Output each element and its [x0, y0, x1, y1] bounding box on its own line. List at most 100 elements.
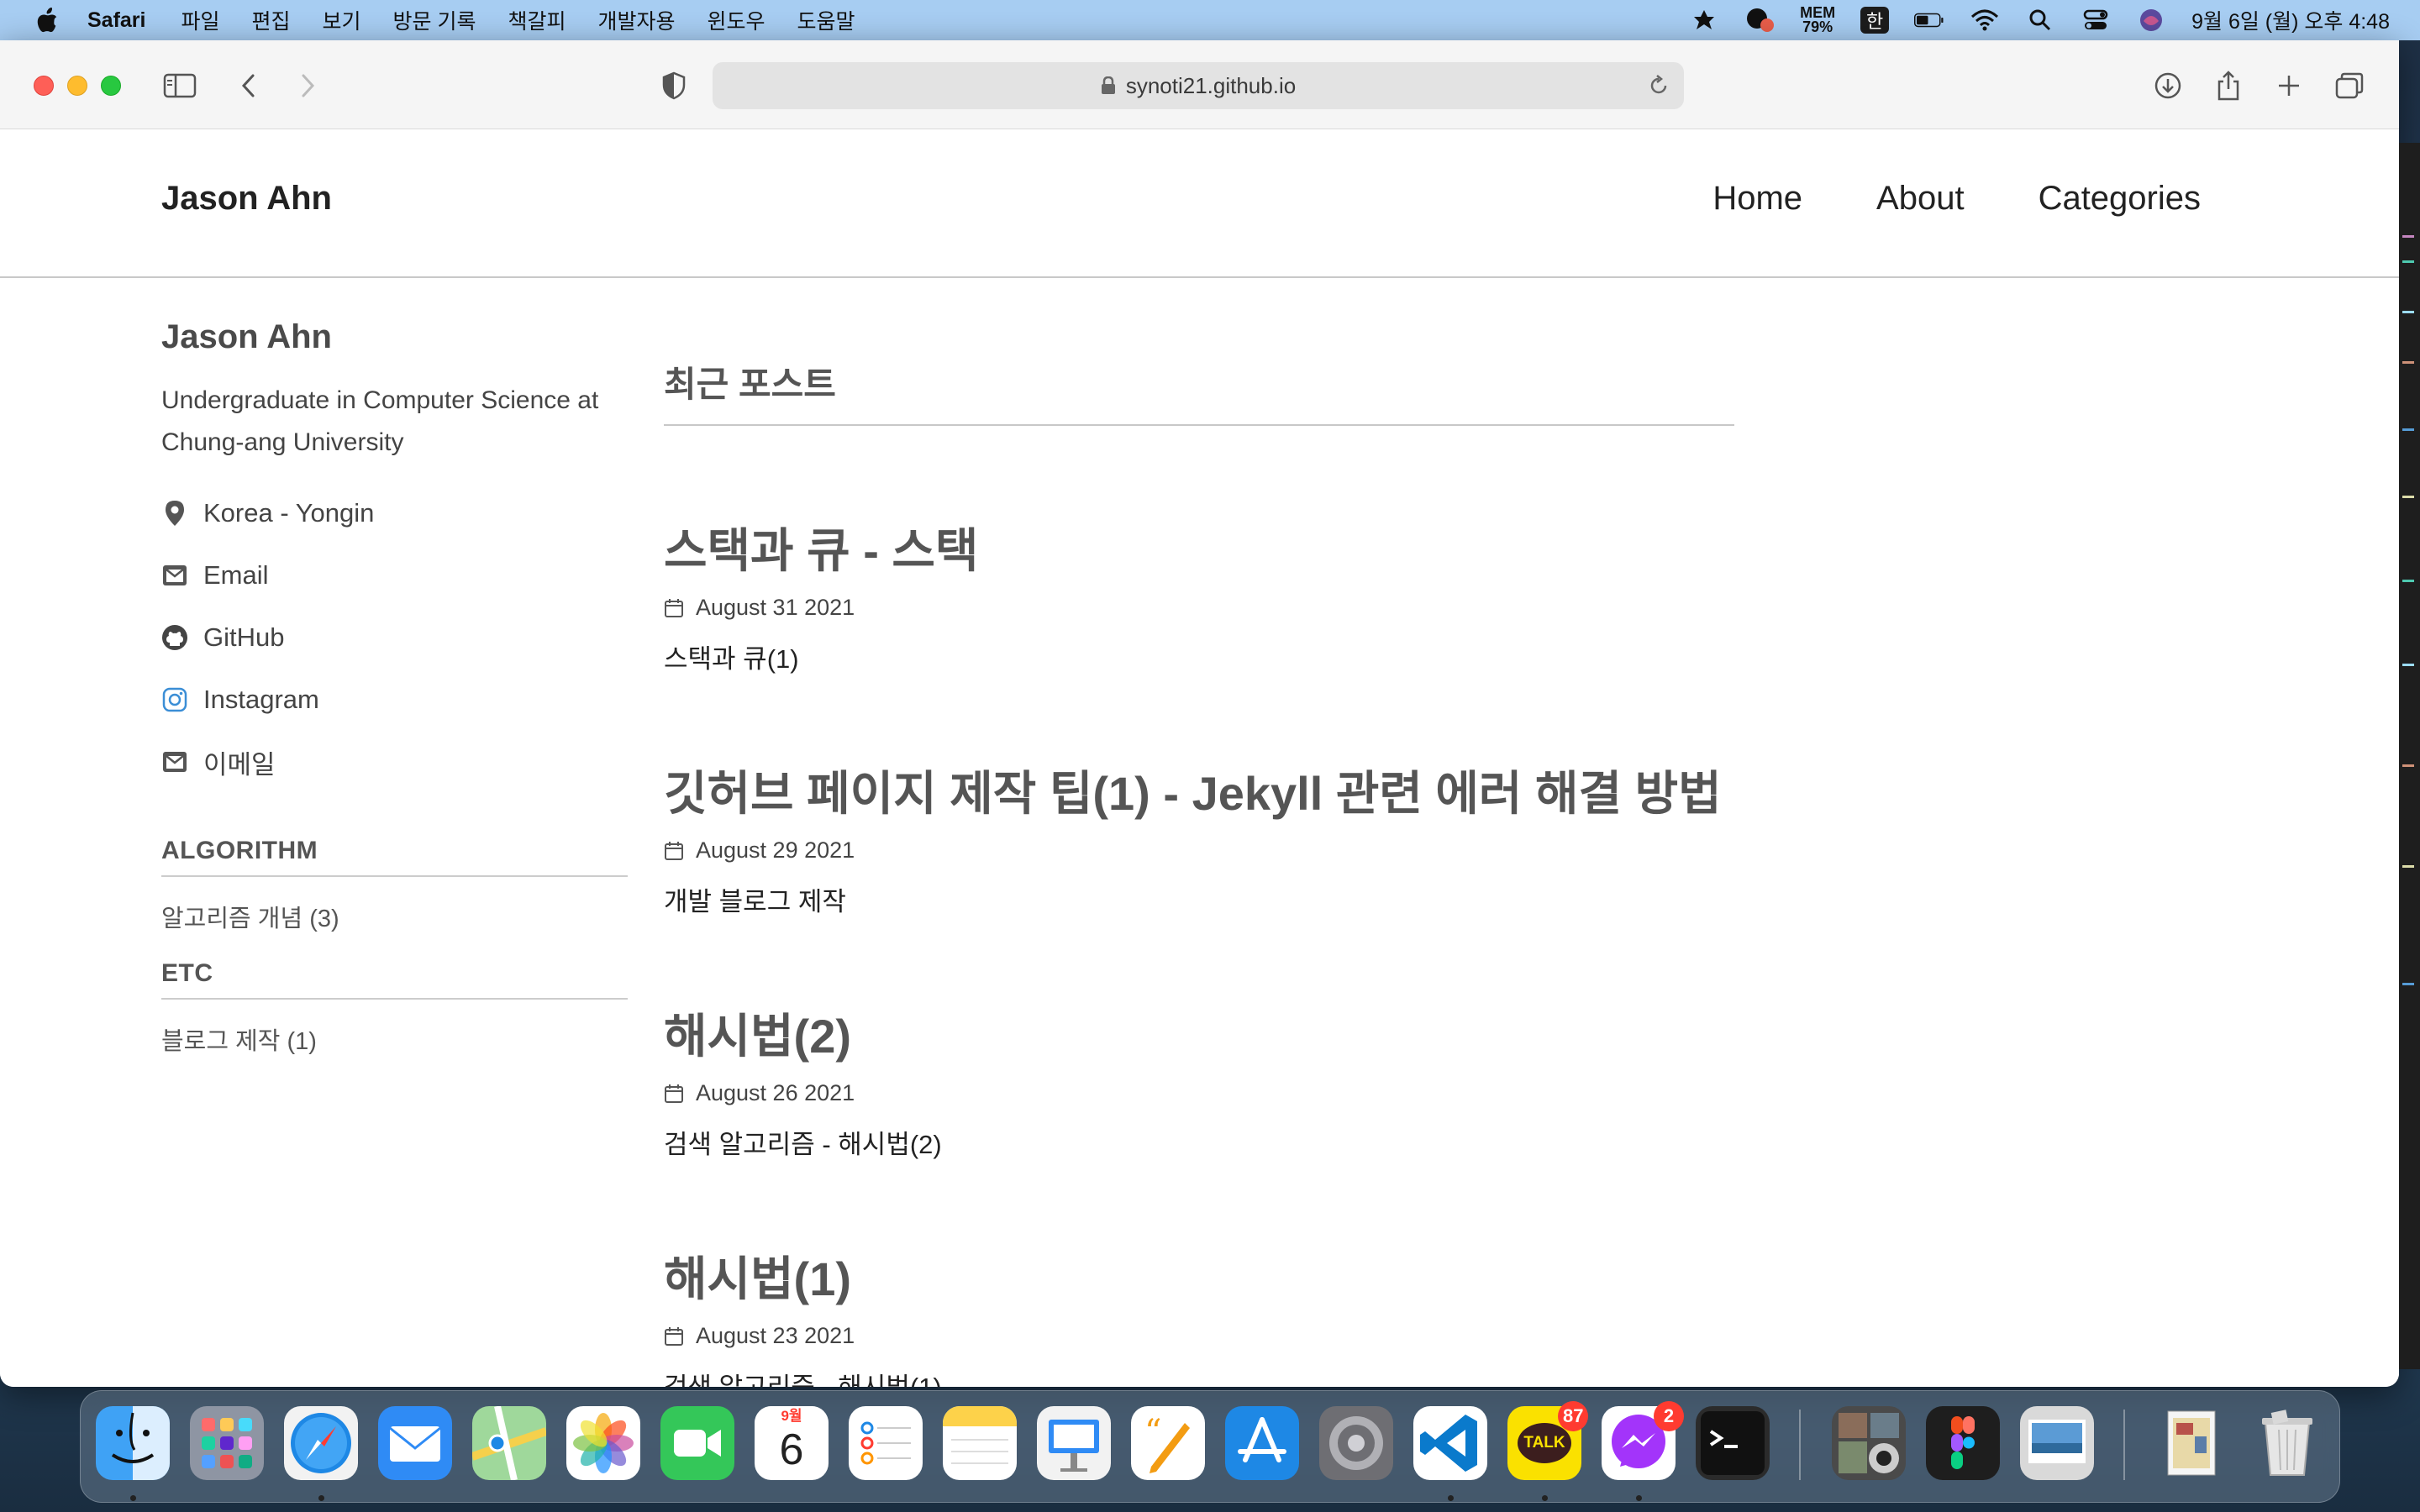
downloads-stack-icon[interactable]	[2156, 1406, 2230, 1480]
keynote-icon[interactable]	[1037, 1406, 1111, 1480]
forward-arrow-icon[interactable]	[291, 71, 324, 101]
menu-window[interactable]: 윈도우	[708, 5, 765, 35]
post-item: 해시법(1) August 23 2021 검색 알고리즘 - 해시법(1)	[664, 1242, 1734, 1387]
close-window-button[interactable]	[34, 76, 54, 96]
lock-icon	[1101, 76, 1115, 94]
notes-icon[interactable]	[943, 1406, 1017, 1480]
preview-icon[interactable]	[2020, 1406, 2094, 1480]
author-email-kr-link[interactable]: 이메일	[161, 731, 628, 793]
memory-status[interactable]: MEM 79%	[1800, 5, 1835, 34]
category-title-etc: ETC	[161, 959, 628, 1000]
running-indicator	[318, 1495, 324, 1501]
safari-icon[interactable]	[284, 1406, 358, 1480]
dock-separator	[1799, 1410, 1801, 1480]
address-bar[interactable]: synoti21.github.io	[713, 62, 1684, 109]
running-indicator	[130, 1495, 136, 1501]
post-title-link[interactable]: 깃허브 페이지 제작 팁(1) - Jekyll 관련 에러 해결 방법	[664, 756, 1734, 824]
system-preferences-icon[interactable]	[1319, 1406, 1393, 1480]
menu-edit[interactable]: 편집	[252, 5, 291, 35]
downloads-icon[interactable]	[2151, 71, 2185, 101]
site-header: Jason Ahn Home About Categories	[0, 129, 2399, 278]
menu-file[interactable]: 파일	[181, 5, 219, 35]
running-indicator	[1542, 1495, 1548, 1501]
menu-bookmarks[interactable]: 책갈피	[508, 5, 566, 35]
post-title-link[interactable]: 해시법(2)	[664, 999, 1734, 1067]
svg-text:“: “	[1144, 1413, 1161, 1452]
running-indicator	[1448, 1495, 1454, 1501]
nav-about[interactable]: About	[1876, 180, 1965, 218]
back-arrow-icon[interactable]	[232, 71, 266, 101]
calendar-month: 9월	[755, 1406, 829, 1425]
nav-home[interactable]: Home	[1712, 180, 1802, 218]
calendar-icon	[665, 598, 683, 617]
chat-status-icon[interactable]	[1744, 7, 1775, 34]
trash-icon[interactable]	[2250, 1406, 2324, 1480]
post-title-link[interactable]: 스택과 큐 - 스택	[664, 513, 1734, 581]
category-item-algorithm-concepts[interactable]: 알고리즘 개념 (3)	[161, 899, 628, 934]
launchpad-icon[interactable]	[190, 1406, 264, 1480]
post-date: August 26 2021	[664, 1080, 1734, 1106]
minimize-window-button[interactable]	[67, 76, 87, 96]
reminders-icon[interactable]	[849, 1406, 923, 1480]
new-tab-plus-icon[interactable]	[2272, 71, 2306, 101]
extension-status-icon[interactable]	[1689, 7, 1719, 34]
maps-icon[interactable]	[472, 1406, 546, 1480]
safari-window: synoti21.github.io Jason Ahn Home About …	[0, 40, 2399, 1387]
terminal-icon[interactable]	[1696, 1406, 1770, 1480]
messenger-badge: 2	[1654, 1401, 1684, 1431]
author-location-label: Korea - Yongin	[203, 498, 375, 528]
post-date-text: August 23 2021	[696, 1323, 855, 1348]
siri-icon[interactable]	[2136, 7, 2166, 34]
background-editor-window[interactable]	[2399, 143, 2420, 1369]
menu-history[interactable]: 방문 기록	[393, 5, 476, 35]
dock-separator	[2123, 1410, 2125, 1480]
author-links: Korea - Yongin Email GitHub Instagram 이메…	[161, 482, 628, 793]
post-item: 해시법(2) August 26 2021 검색 알고리즘 - 해시법(2)	[664, 999, 1734, 1161]
vscode-icon[interactable]	[1413, 1406, 1487, 1480]
sidebar-toggle-icon[interactable]	[163, 71, 197, 101]
menu-bar: Safari 파일 편집 보기 방문 기록 책갈피 개발자용 윈도우 도움말 M…	[0, 0, 2420, 40]
menu-app-name[interactable]: Safari	[87, 8, 145, 33]
privacy-shield-icon[interactable]	[657, 71, 691, 101]
post-date-text: August 29 2021	[696, 837, 855, 863]
tab-overview-icon[interactable]	[2333, 71, 2366, 101]
app-store-icon[interactable]	[1225, 1406, 1299, 1480]
calendar-icon[interactable]: 9월 6	[755, 1406, 829, 1480]
category-item-blog-making[interactable]: 블로그 제작 (1)	[161, 1021, 628, 1057]
author-email-link[interactable]: Email	[161, 544, 628, 606]
nav-categories[interactable]: Categories	[2039, 180, 2201, 218]
apple-menu-icon[interactable]	[35, 8, 59, 33]
wifi-icon[interactable]	[1970, 7, 2000, 34]
photos-icon[interactable]	[566, 1406, 640, 1480]
author-sidebar: Jason Ahn Undergraduate in Computer Scie…	[161, 318, 628, 1057]
author-github-link[interactable]: GitHub	[161, 606, 628, 669]
calendar-icon	[665, 841, 683, 860]
reload-icon[interactable]	[1647, 74, 1670, 97]
pages-icon[interactable]: “	[1131, 1406, 1205, 1480]
author-bio: Undergraduate in Computer Science at Chu…	[161, 386, 599, 456]
site-title-link[interactable]: Jason Ahn	[161, 180, 332, 218]
author-email-label: Email	[203, 560, 269, 590]
author-instagram-link[interactable]: Instagram	[161, 669, 628, 731]
facetime-icon[interactable]	[660, 1406, 734, 1480]
post-item: 스택과 큐 - 스택 August 31 2021 스택과 큐(1)	[664, 513, 1734, 675]
spotlight-search-icon[interactable]	[2025, 7, 2055, 34]
share-icon[interactable]	[2212, 71, 2245, 101]
post-title-link[interactable]: 해시법(1)	[664, 1242, 1734, 1310]
github-icon	[161, 624, 188, 651]
menu-help[interactable]: 도움말	[797, 5, 855, 35]
instagram-icon	[161, 686, 188, 713]
kakaotalk-badge: 87	[1558, 1401, 1589, 1431]
dock: 9월 6 “ TALK 87 2	[80, 1390, 2340, 1503]
menu-view[interactable]: 보기	[323, 5, 361, 35]
mail-icon[interactable]	[378, 1406, 452, 1480]
control-center-icon[interactable]	[2081, 7, 2111, 34]
zoom-window-button[interactable]	[101, 76, 121, 96]
battery-icon[interactable]	[1914, 7, 1944, 34]
menu-develop[interactable]: 개발자용	[598, 5, 676, 35]
finder-icon[interactable]	[96, 1406, 170, 1480]
menu-bar-clock[interactable]: 9월 6일 (월) 오후 4:48	[2191, 5, 2390, 35]
photo-booth-icon[interactable]	[1832, 1406, 1906, 1480]
input-method-indicator[interactable]: 한	[1860, 7, 1890, 34]
figma-icon[interactable]	[1926, 1406, 2000, 1480]
